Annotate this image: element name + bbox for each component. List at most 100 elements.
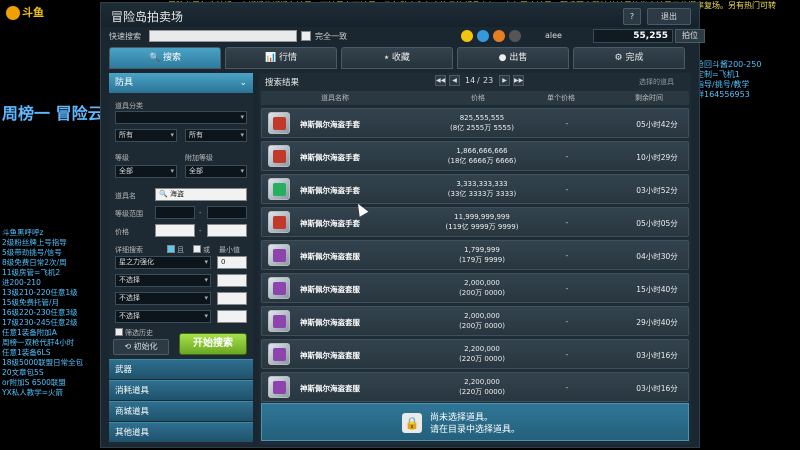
unit-price: - (565, 317, 569, 326)
chevron-down-icon: ▾ (204, 312, 208, 320)
select-value: 不选择 (119, 312, 140, 320)
result-row[interactable]: 神斯佩尔海盗手套 3,333,333,333 (33亿 3333万 3333) - 03… (261, 174, 689, 204)
job-select[interactable]: 所有 ▾ (185, 129, 247, 142)
tab-favorites[interactable]: ⭑ 收藏 (341, 47, 453, 69)
start-search-button[interactable]: 开始搜索 (179, 333, 247, 355)
range-separator: - (199, 209, 202, 217)
detail-option-4[interactable]: 不选择 ▾ (115, 310, 211, 323)
min-value-label: 最小值 (219, 246, 240, 254)
remaining-time: 04小时30分 (636, 252, 678, 261)
unit-price: - (565, 185, 569, 194)
category-label: 防具 (115, 78, 134, 88)
prev-page-icon[interactable]: ◀ (449, 75, 460, 86)
tab-complete[interactable]: ⚙ 完成 (573, 47, 685, 69)
results-column-header: 道具名称 价格 单个价格 剩余时间 (261, 91, 689, 105)
category-consumable[interactable]: 消耗道具 (109, 380, 253, 400)
item-price: 825,555,555 (8亿 2555万 5555) (422, 113, 542, 133)
chevron-down-icon: ▾ (240, 131, 244, 139)
item-class-select[interactable]: ▾ (115, 111, 247, 124)
info-icon[interactable] (477, 30, 489, 42)
price-value: 1,799,999 (464, 246, 500, 254)
item-price: 11,999,999,999 (119亿 9999万 9999) (422, 212, 542, 232)
detail-option-3[interactable]: 不选择 ▾ (115, 292, 211, 305)
user-name: alee (545, 31, 562, 40)
stream-note-line: 周榜一双枪代肝4小时 (2, 338, 75, 347)
col-unit-price: 单个价格 (547, 94, 575, 102)
chevron-down-icon: ▾ (170, 167, 174, 175)
detail-value-1[interactable]: 0 (217, 256, 247, 269)
price-min-input[interactable] (155, 224, 195, 237)
tab-sell[interactable]: ● 出售 (457, 47, 569, 69)
result-row[interactable]: 神斯佩尔海盗套服 2,200,000 (220万 0000) - 03小时16分 (261, 339, 689, 369)
smile-icon[interactable] (461, 30, 473, 42)
price-breakdown: (220万 0000) (459, 388, 505, 396)
item-class-label: 道具分类 (115, 102, 143, 110)
results-header: 搜索结果 ◀◀ ◀ 14 / 23 ▶ ▶▶ 选择的道具 (259, 73, 691, 89)
item-glyph (273, 183, 286, 196)
last-page-icon[interactable]: ▶▶ (513, 75, 524, 86)
tab-search[interactable]: 🔍 搜索 (109, 47, 221, 69)
next-page-icon[interactable]: ▶ (499, 75, 510, 86)
remaining-time: 03小时52分 (636, 186, 678, 195)
help-button[interactable]: ? (623, 8, 641, 25)
detail-value-4[interactable] (217, 310, 247, 323)
detail-option-1[interactable]: 星之力强化 ▾ (115, 256, 211, 269)
item-glyph (273, 282, 286, 295)
category-other[interactable]: 其他道具 (109, 422, 253, 442)
category-armor-header[interactable]: 防具 ⌄ (109, 73, 253, 93)
item-name-label: 道具名 (115, 192, 136, 200)
item-price: 2,000,000 (200万 0000) (422, 311, 542, 331)
exit-button[interactable]: 退出 (647, 8, 691, 25)
item-icon (268, 178, 290, 200)
filter-history-checkbox[interactable] (115, 328, 123, 336)
result-row[interactable]: 神斯佩尔海盗手套 11,999,999,999 (119亿 9999万 9999) -… (261, 207, 689, 237)
result-row[interactable]: 神斯佩尔海盗套服 2,000,000 (200万 0000) - 15小时40分 (261, 273, 689, 303)
result-row[interactable]: 神斯佩尔海盗套服 2,200,000 (220万 0000) - 03小时16分 (261, 372, 689, 402)
select-value: 全部 (119, 167, 133, 175)
stream-note-line: 任意1装备附加A (2, 328, 57, 337)
level-max-input[interactable] (207, 206, 247, 219)
item-glyph (273, 216, 286, 229)
stream-note-line: 17级230-245任意2级 (2, 318, 78, 327)
item-icon (268, 244, 290, 266)
price-value: 2,000,000 (464, 279, 500, 287)
stream-note-line: 5级带劲挑号/信号 (2, 248, 62, 257)
category-cash[interactable]: 商城道具 (109, 401, 253, 421)
exact-match-checkbox[interactable] (301, 31, 311, 41)
col-item-name: 道具名称 (321, 94, 349, 102)
remaining-time: 10小时29分 (636, 153, 678, 162)
level-min-input[interactable] (155, 206, 195, 219)
result-row[interactable]: 神斯佩尔海盗手套 825,555,555 (8亿 2555万 5555) - 05小时4… (261, 108, 689, 138)
chevron-down-icon: ▾ (204, 294, 208, 302)
price-max-input[interactable] (207, 224, 247, 237)
price-value: 2,200,000 (464, 378, 500, 386)
and-label: 且 (177, 246, 184, 254)
sort-button[interactable]: 拍位 (675, 29, 705, 43)
detail-value-2[interactable] (217, 274, 247, 287)
remaining-time: 03小时16分 (636, 384, 678, 393)
quick-search-input[interactable] (149, 30, 297, 42)
category-weapon[interactable]: 武器 (109, 359, 253, 379)
item-glyph (273, 117, 286, 130)
subclass-select[interactable]: 所有 ▾ (115, 129, 177, 142)
result-row[interactable]: 神斯佩尔海盗套服 1,799,999 (179万 9999) - 04小时30分 (261, 240, 689, 270)
detail-value-3[interactable] (217, 292, 247, 305)
page-total: 23 (483, 76, 494, 85)
price-value: 2,200,000 (464, 345, 500, 353)
first-page-icon[interactable]: ◀◀ (435, 75, 446, 86)
tab-market[interactable]: 📊 行情 (225, 47, 337, 69)
star-icon[interactable] (493, 30, 505, 42)
chevron-down-icon: ▾ (240, 167, 244, 175)
result-row[interactable]: 神斯佩尔海盗套服 2,000,000 (200万 0000) - 29小时40分 (261, 306, 689, 336)
result-row[interactable]: 神斯佩尔海盗手套 1,866,666,666 (18亿 6666万 6666) - 10… (261, 141, 689, 171)
settings-icon[interactable] (509, 30, 521, 42)
remaining-time: 05小时05分 (636, 219, 678, 228)
and-checkbox[interactable] (167, 245, 175, 253)
extra-level-select[interactable]: 全部 ▾ (185, 165, 247, 178)
or-checkbox[interactable] (193, 245, 201, 253)
price-breakdown: (220万 0000) (459, 355, 505, 363)
level-select[interactable]: 全部 ▾ (115, 165, 177, 178)
detail-option-2[interactable]: 不选择 ▾ (115, 274, 211, 287)
item-name-input[interactable]: 🔍 海盗 (155, 188, 247, 201)
reset-button[interactable]: ⟲ 初始化 (113, 339, 169, 355)
